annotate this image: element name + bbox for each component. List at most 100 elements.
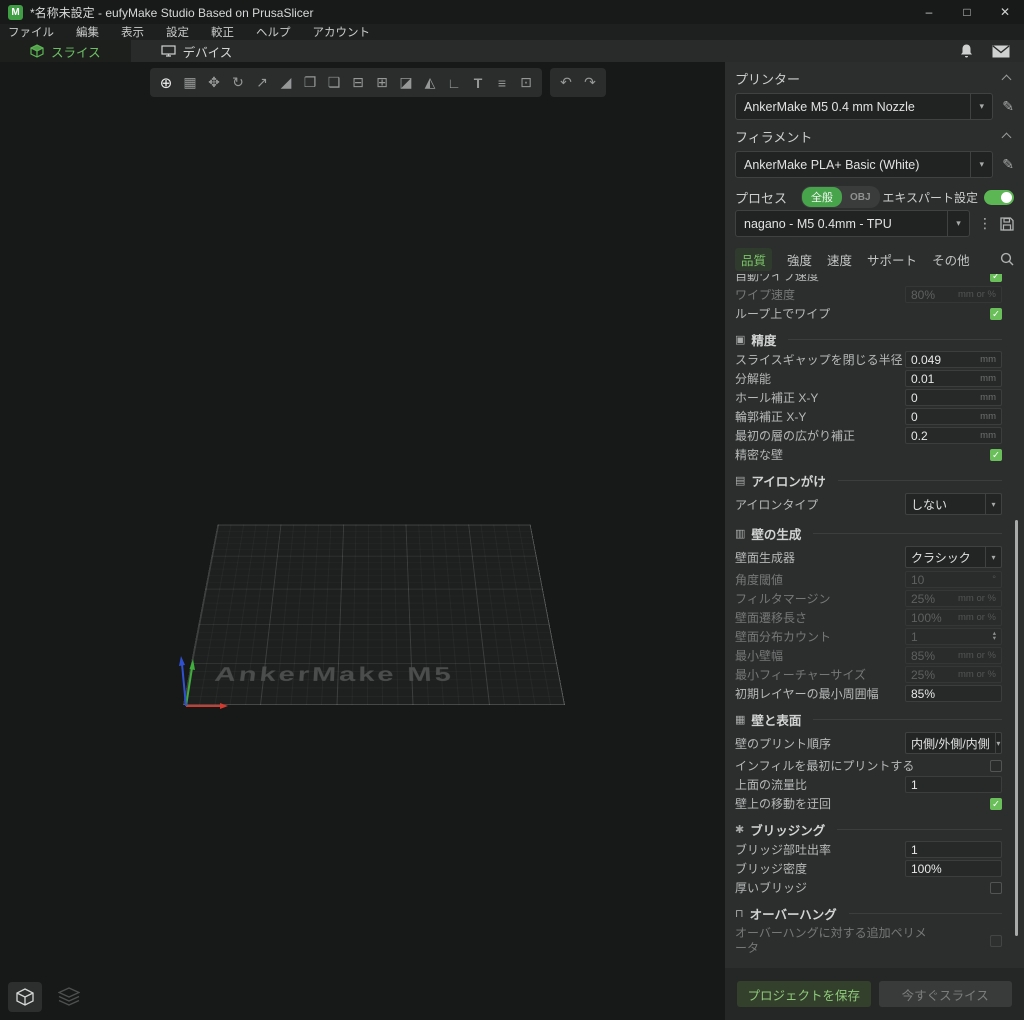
- setting-label: インフィルを最初にプリントする: [735, 757, 914, 774]
- setting-value: 85%: [911, 649, 958, 663]
- setting-input[interactable]: 1: [905, 776, 1002, 793]
- view-3d-button[interactable]: [8, 982, 42, 1012]
- build-plate: AnkerMake M5: [183, 506, 565, 705]
- setting-label: 分解能: [735, 370, 771, 387]
- setting-value: 0.01: [911, 372, 980, 386]
- menu-item-1[interactable]: 編集: [76, 24, 99, 40]
- tool-add-text-button[interactable]: T: [466, 71, 490, 95]
- menu-item-2[interactable]: 表示: [121, 24, 144, 40]
- undo-button[interactable]: ↶: [554, 71, 578, 95]
- setting-checkbox[interactable]: ✓: [990, 798, 1002, 810]
- minimize-button[interactable]: –: [910, 0, 948, 24]
- tab-device[interactable]: デバイス: [131, 40, 263, 62]
- menu-item-3[interactable]: 設定: [166, 24, 189, 40]
- setting-label: 壁上の移動を迂回: [735, 795, 831, 812]
- param-tab-品質[interactable]: 品質: [735, 248, 772, 271]
- param-tab-サポート[interactable]: サポート: [867, 250, 917, 269]
- scope-object-pill[interactable]: OBJ: [842, 190, 879, 205]
- setting-input[interactable]: 0.049mm: [905, 351, 1002, 368]
- menu-item-5[interactable]: ヘルプ: [256, 24, 291, 40]
- edit-filament-icon[interactable]: ✎: [1002, 156, 1014, 173]
- setting-input[interactable]: 0mm: [905, 408, 1002, 425]
- setting-select[interactable]: しない▾: [905, 493, 1002, 515]
- setting-row: 壁面分布カウント1▴▾: [735, 627, 1002, 646]
- tool-place-on-face-button[interactable]: ◢: [274, 71, 298, 95]
- preset-menu-icon[interactable]: ⋮: [978, 215, 992, 232]
- tool-arrange-button[interactable]: ▦: [178, 71, 202, 95]
- messages-mail-icon[interactable]: [992, 45, 1010, 58]
- setting-select[interactable]: クラシック▾: [905, 546, 1002, 568]
- tool-split-to-objects-button[interactable]: ⊟: [346, 71, 370, 95]
- setting-label: 壁面遷移長さ: [735, 609, 807, 626]
- menu-item-6[interactable]: アカウント: [313, 24, 371, 40]
- scope-global-pill[interactable]: 全般: [802, 187, 842, 207]
- setting-input[interactable]: 0.2mm: [905, 427, 1002, 444]
- setting-input[interactable]: 85%: [905, 685, 1002, 702]
- chevron-up-icon: [1002, 75, 1012, 85]
- setting-checkbox[interactable]: [990, 760, 1002, 772]
- tool-rotate-button[interactable]: ↻: [226, 71, 250, 95]
- process-scope-toggle[interactable]: 全般 OBJ: [801, 186, 880, 208]
- setting-input[interactable]: 100%: [905, 860, 1002, 877]
- setting-checkbox[interactable]: ✓: [990, 274, 1002, 282]
- printer-select[interactable]: AnkerMake M5 0.4 mm Nozzle ▾: [735, 93, 993, 120]
- view-layers-button[interactable]: [52, 982, 86, 1012]
- save-preset-icon[interactable]: [1000, 217, 1014, 231]
- filament-section-header[interactable]: フィラメント: [735, 123, 1014, 149]
- filament-header-label: フィラメント: [735, 127, 812, 146]
- setting-row: 精密な壁✓: [735, 445, 1002, 464]
- settings-scroll-area[interactable]: 自動ワイプ速度✓ワイプ速度80%mm or %ループ上でワイプ✓▣精度スライスギ…: [735, 274, 1014, 968]
- printer-header-label: プリンター: [735, 69, 800, 88]
- edit-printer-icon[interactable]: ✎: [1002, 98, 1014, 115]
- search-icon[interactable]: [1000, 252, 1014, 266]
- tool-support-painting-button[interactable]: ◭: [418, 71, 442, 95]
- param-tab-強度[interactable]: 強度: [787, 250, 812, 269]
- tool-paste-button[interactable]: ❏: [322, 71, 346, 95]
- menu-item-4[interactable]: 較正: [211, 24, 234, 40]
- setting-value: 25%: [911, 592, 958, 606]
- tab-slice[interactable]: スライス: [0, 40, 131, 62]
- save-project-button[interactable]: プロジェクトを保存: [737, 981, 871, 1007]
- settings-list: 自動ワイプ速度✓ワイプ速度80%mm or %ループ上でワイプ✓▣精度スライスギ…: [735, 274, 1002, 958]
- tool-variable-layer-height-button[interactable]: ≡: [490, 71, 514, 95]
- filament-select[interactable]: AnkerMake PLA+ Basic (White) ▾: [735, 151, 993, 178]
- menu-item-0[interactable]: ファイル: [8, 24, 54, 40]
- tool-move-button[interactable]: ✥: [202, 71, 226, 95]
- redo-button[interactable]: ↷: [578, 71, 602, 95]
- slice-now-button[interactable]: 今すぐスライス: [879, 981, 1013, 1007]
- scrollbar-thumb[interactable]: [1015, 520, 1018, 936]
- maximize-button[interactable]: □: [948, 0, 986, 24]
- split-to-parts-icon: ⊞: [376, 74, 388, 91]
- expert-settings-toggle[interactable]: [984, 190, 1014, 205]
- notifications-bell-icon[interactable]: [959, 43, 974, 59]
- tool-seam-painting-button[interactable]: ◪: [394, 71, 418, 95]
- chevron-down-icon: ▾: [970, 152, 992, 177]
- tool-multimaterial-painting-button[interactable]: ⊡: [514, 71, 538, 95]
- setting-label: ループ上でワイプ: [735, 305, 830, 322]
- setting-input: 80%mm or %: [905, 286, 1002, 303]
- setting-label: 壁面生成器: [735, 549, 795, 566]
- section-divider: [837, 829, 1002, 830]
- close-button[interactable]: ✕: [986, 0, 1024, 24]
- tool-copy-button[interactable]: ❐: [298, 71, 322, 95]
- param-tab-速度[interactable]: 速度: [827, 250, 852, 269]
- tool-split-to-parts-button[interactable]: ⊞: [370, 71, 394, 95]
- setting-input[interactable]: 1: [905, 841, 1002, 858]
- setting-select[interactable]: 内側/外側/内側▾: [905, 732, 1002, 754]
- tool-scale-button[interactable]: ↗: [250, 71, 274, 95]
- printer-section-header[interactable]: プリンター: [735, 65, 1014, 91]
- setting-value: 1: [911, 843, 996, 857]
- setting-input[interactable]: 0mm: [905, 389, 1002, 406]
- process-preset-select[interactable]: nagano - M5 0.4mm - TPU ▾: [735, 210, 970, 237]
- chevron-down-icon: ▾: [995, 733, 1001, 753]
- setting-input[interactable]: 0.01mm: [905, 370, 1002, 387]
- window-title: *名称未設定 - eufyMake Studio Based on PrusaS…: [30, 4, 910, 21]
- tool-import-button[interactable]: ⊕: [154, 71, 178, 95]
- setting-checkbox[interactable]: ✓: [990, 449, 1002, 461]
- setting-checkbox[interactable]: ✓: [990, 308, 1002, 320]
- setting-checkbox[interactable]: [990, 882, 1002, 894]
- 3d-viewport[interactable]: ⊕▦✥↻↗◢❐❏⊟ ⊞ ◪◭∟T≡⊡ ↶ ↷ AnkerMake M5: [0, 62, 725, 1020]
- param-tab-その他[interactable]: その他: [932, 250, 970, 269]
- axes-gizmo-icon: [176, 654, 230, 712]
- tool-lay-flat-button[interactable]: ∟: [442, 71, 466, 95]
